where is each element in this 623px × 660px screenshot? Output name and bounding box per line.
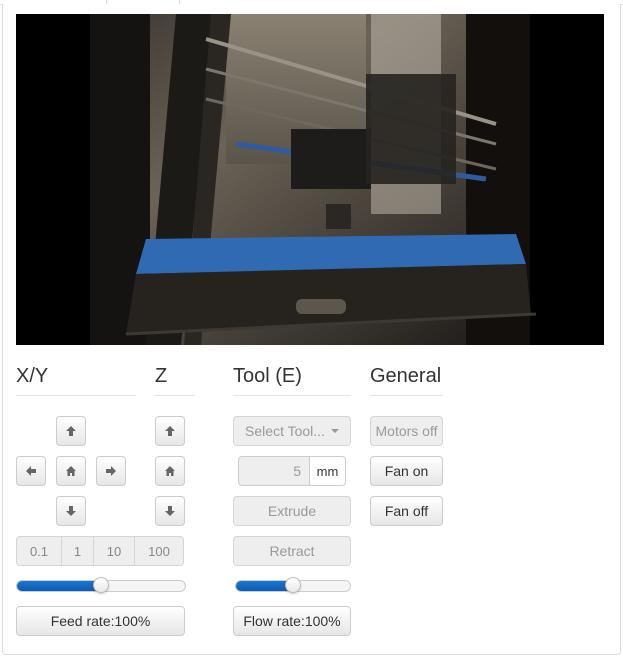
arrow-right-icon — [106, 466, 116, 476]
general-divider — [370, 395, 443, 396]
step-size-100-button[interactable]: 100 — [134, 536, 184, 566]
jog-z-plus-button[interactable] — [155, 416, 185, 446]
extrude-button[interactable]: Extrude — [233, 496, 351, 526]
extrude-amount-unit: mm — [310, 456, 346, 486]
jog-y-minus-button[interactable] — [56, 496, 86, 526]
arrow-down-icon — [165, 506, 175, 516]
home-icon — [165, 466, 175, 476]
retract-button[interactable]: Retract — [233, 536, 351, 566]
xy-divider — [16, 395, 136, 396]
step-size-10-button[interactable]: 10 — [93, 536, 135, 566]
caret-down-icon — [330, 429, 339, 433]
flow-rate-slider-handle[interactable] — [285, 577, 301, 593]
arrow-up-icon — [165, 426, 175, 436]
jog-x-minus-button[interactable] — [16, 456, 46, 486]
home-icon — [66, 466, 76, 476]
fan-off-button[interactable]: Fan off — [370, 496, 443, 526]
tool-heading: Tool (E) — [233, 365, 302, 387]
home-xy-button[interactable] — [56, 456, 86, 486]
step-size-group: 0.1 1 10 100 — [16, 536, 184, 566]
home-z-button[interactable] — [155, 456, 185, 486]
select-tool-dropdown[interactable]: Select Tool... — [233, 416, 351, 446]
step-size-0-1-button[interactable]: 0.1 — [16, 536, 62, 566]
jog-x-plus-button[interactable] — [96, 456, 126, 486]
jog-y-plus-button[interactable] — [56, 416, 86, 446]
xy-heading: X/Y — [16, 365, 49, 387]
extrude-amount-input[interactable]: 5 — [238, 456, 310, 486]
flow-rate-button[interactable]: Flow rate:100% — [233, 606, 351, 636]
extrude-amount-group: 5 mm — [238, 456, 346, 486]
z-divider — [155, 395, 195, 396]
jog-z-minus-button[interactable] — [155, 496, 185, 526]
arrow-up-icon — [66, 426, 76, 436]
fan-on-button[interactable]: Fan on — [370, 456, 443, 486]
step-size-1-button[interactable]: 1 — [61, 536, 94, 566]
webcam-image — [16, 14, 604, 345]
general-heading: General — [370, 365, 442, 387]
feed-rate-slider-handle[interactable] — [93, 577, 109, 593]
arrow-down-icon — [66, 506, 76, 516]
flow-rate-slider[interactable] — [235, 577, 351, 593]
motors-off-button[interactable]: Motors off — [370, 416, 443, 446]
webcam-stream — [16, 14, 604, 345]
feed-rate-slider[interactable] — [16, 577, 186, 593]
tool-divider — [233, 395, 351, 396]
feed-rate-slider-fill — [17, 581, 101, 591]
feed-rate-button[interactable]: Feed rate:100% — [16, 606, 185, 636]
arrow-left-icon — [26, 466, 36, 476]
select-tool-label: Select Tool... — [245, 423, 325, 439]
z-heading: Z — [155, 365, 168, 387]
